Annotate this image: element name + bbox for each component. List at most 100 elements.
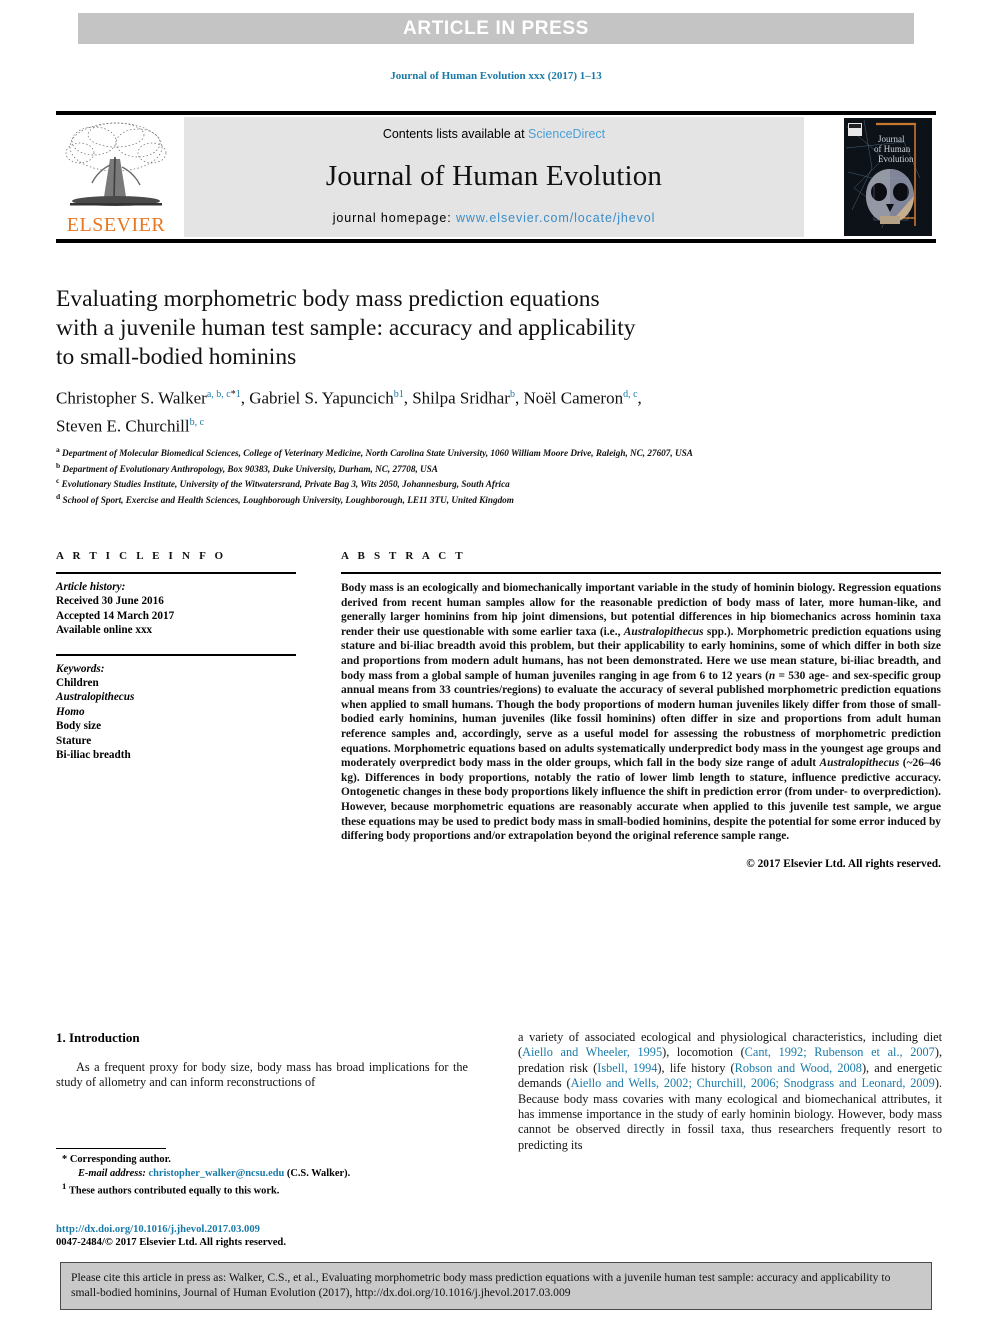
keyword-item: Bi-iliac breadth	[56, 749, 131, 762]
citation-link[interactable]: Aiello and Wells, 2002; Churchill, 2006;…	[571, 1076, 935, 1090]
doi-block: http://dx.doi.org/10.1016/j.jhevol.2017.…	[56, 1223, 468, 1250]
elsevier-wordmark: ELSEVIER	[66, 214, 166, 236]
corresponding-author-footnote: * Corresponding author.	[56, 1153, 468, 1167]
homepage-prefix: journal homepage:	[332, 211, 456, 225]
contents-lists-prefix: Contents lists available at	[382, 127, 529, 141]
received-date: Received 30 June 2016	[56, 595, 164, 608]
author-name: Gabriel S. Yapuncich	[249, 388, 394, 408]
abstract-part: (~26–46 kg). Differences in body proport…	[341, 757, 941, 843]
issn-copyright-line: 0047-2484/© 2017 Elsevier Ltd. All right…	[56, 1237, 286, 1249]
footnote-number: 1	[62, 1181, 67, 1192]
email-label: E-mail address:	[78, 1167, 146, 1179]
citation-link[interactable]: Aiello and Wheeler, 1995	[522, 1045, 662, 1059]
author-separator: ,	[637, 388, 642, 408]
abstract-italic-taxon: Australopithecus	[819, 757, 900, 770]
article-info-heading: A R T I C L E I N F O	[56, 550, 227, 562]
abstract-part: = 530 age- and sex-specific group annual…	[341, 669, 941, 770]
equal-contribution-text: These authors contributed equally to thi…	[68, 1185, 280, 1197]
keywords-block: Keywords: Children Australopithecus Homo…	[56, 656, 296, 763]
journal-cover-image: Journal of Human Evolution	[844, 118, 932, 236]
keyword-item: Australopithecus	[56, 691, 135, 704]
email-suffix: (C.S. Walker).	[286, 1167, 351, 1179]
abstract-column: A B S T R A C T Body mass is an ecologic…	[341, 550, 941, 870]
keyword-item: Homo	[56, 705, 85, 718]
affiliation-item: b Department of Evolutionary Anthropolog…	[56, 460, 946, 476]
article-in-press-label: ARTICLE IN PRESS	[403, 17, 589, 39]
affiliation-item: c Evolutionary Studies Institute, Univer…	[56, 475, 946, 491]
introduction-right-column: a variety of associated ecological and p…	[518, 1030, 942, 1153]
journal-homepage-line: journal homepage: www.elsevier.com/locat…	[333, 211, 656, 225]
svg-text:Evolution: Evolution	[878, 154, 914, 164]
article-in-press-banner: ARTICLE IN PRESS	[78, 13, 914, 44]
author-name: Steven E. Churchill	[56, 416, 190, 436]
affiliation-mark: b	[56, 460, 61, 470]
intro-text: ), life history (	[657, 1060, 735, 1075]
available-online: Available online xxx	[56, 624, 153, 637]
title-line-1: Evaluating morphometric body mass predic…	[56, 286, 600, 312]
author-name: Noël Cameron	[523, 388, 624, 408]
citation-link[interactable]: Robson and Wood, 2008	[735, 1061, 862, 1075]
introduction-left-column: 1. Introduction As a frequent proxy for …	[56, 1030, 468, 1091]
introduction-paragraph-left: As a frequent proxy for body size, body …	[56, 1060, 468, 1090]
keyword-item: Stature	[56, 734, 92, 747]
affiliation-text: Department of Molecular Biomedical Scien…	[62, 448, 693, 459]
affiliation-text: Evolutionary Studies Institute, Universi…	[61, 479, 510, 490]
doi-link[interactable]: http://dx.doi.org/10.1016/j.jhevol.2017.…	[56, 1223, 468, 1236]
keyword-item: Children	[56, 677, 99, 690]
corresponding-author-text: Corresponding author.	[69, 1154, 171, 1165]
accepted-date: Accepted 14 March 2017	[56, 609, 175, 622]
intro-text: ), locomotion (	[662, 1045, 745, 1060]
journal-title: Journal of Human Evolution	[325, 159, 663, 192]
equal-contribution-footnote: 1 These authors contributed equally to t…	[56, 1180, 468, 1198]
sciencedirect-link[interactable]: ScienceDirect	[528, 127, 605, 141]
author-affiliation-marks: a, b, c	[206, 389, 231, 400]
footnote-rule	[56, 1148, 166, 1149]
citation-footer-box: Please cite this article in press as: Wa…	[60, 1262, 932, 1310]
footnotes-block: * Corresponding author. E-mail address: …	[56, 1148, 468, 1198]
affiliation-item: d School of Sport, Exercise and Health S…	[56, 491, 946, 507]
abstract-heading: A B S T R A C T	[341, 550, 466, 562]
asterisk-icon: *	[62, 1154, 68, 1165]
masthead-center-panel: Contents lists available at ScienceDirec…	[184, 117, 804, 237]
affiliation-text: Department of Evolutionary Anthropology,…	[62, 463, 438, 474]
article-history-label: Article history:	[56, 581, 126, 593]
author-name: Christopher S. Walker	[56, 388, 207, 408]
journal-homepage-link[interactable]: www.elsevier.com/locate/jhevol	[456, 211, 655, 225]
affiliation-item: a Department of Molecular Biomedical Sci…	[56, 444, 946, 460]
elsevier-tree-icon	[65, 122, 167, 206]
affiliation-mark: c	[56, 476, 60, 486]
page-title: Evaluating morphometric body mass predic…	[56, 285, 816, 372]
journal-citation-line: Journal of Human Evolution xxx (2017) 1–…	[390, 70, 602, 82]
author-name: Shilpa Sridhar	[412, 388, 510, 408]
title-line-3: to small-bodied hominins	[56, 344, 297, 370]
elsevier-logo: ELSEVIER	[58, 117, 174, 237]
svg-text:Journal: Journal	[878, 134, 905, 144]
affiliation-mark: d	[56, 491, 61, 501]
author-affiliation-marks: d, c	[623, 389, 638, 400]
citation-link[interactable]: Cant, 1992; Rubenson et al., 2007	[745, 1045, 935, 1059]
author-list: Christopher S. Walkera, b, c*1, Gabriel …	[56, 383, 946, 438]
keyword-item: Body size	[56, 720, 102, 733]
keywords-label: Keywords:	[56, 662, 105, 675]
author-separator: ,	[403, 388, 413, 408]
abstract-italic-taxon: Australopithecus	[623, 625, 704, 638]
affiliation-list: a Department of Molecular Biomedical Sci…	[56, 444, 946, 507]
article-history-block: Article history: Received 30 June 2016 A…	[56, 574, 296, 638]
affiliation-text: School of Sport, Exercise and Health Sci…	[62, 495, 514, 506]
email-footnote: E-mail address: christopher_walker@ncsu.…	[56, 1167, 468, 1181]
citation-link[interactable]: Isbell, 1994	[597, 1061, 657, 1075]
journal-masthead: ELSEVIER Contents lists available at Sci…	[56, 111, 936, 243]
affiliation-mark: a	[56, 445, 60, 454]
citation-footer-text: Please cite this article in press as: Wa…	[71, 1271, 891, 1299]
introduction-paragraph-right: a variety of associated ecological and p…	[518, 1030, 942, 1153]
abstract-copyright: © 2017 Elsevier Ltd. All rights reserved…	[746, 857, 941, 870]
svg-text:of Human: of Human	[874, 144, 911, 154]
email-link[interactable]: christopher_walker@ncsu.edu	[148, 1168, 284, 1179]
abstract-text: Body mass is an ecologically and biomech…	[341, 574, 941, 844]
article-info-column: A R T I C L E I N F O Article history: R…	[56, 550, 296, 762]
introduction-heading: 1. Introduction	[56, 1030, 140, 1045]
title-line-2: with a juvenile human test sample: accur…	[56, 315, 636, 341]
journal-cover-thumbnail: Journal of Human Evolution	[844, 118, 932, 236]
author-separator: ,	[240, 388, 250, 408]
contents-lists-line: Contents lists available at ScienceDirec…	[383, 127, 605, 141]
